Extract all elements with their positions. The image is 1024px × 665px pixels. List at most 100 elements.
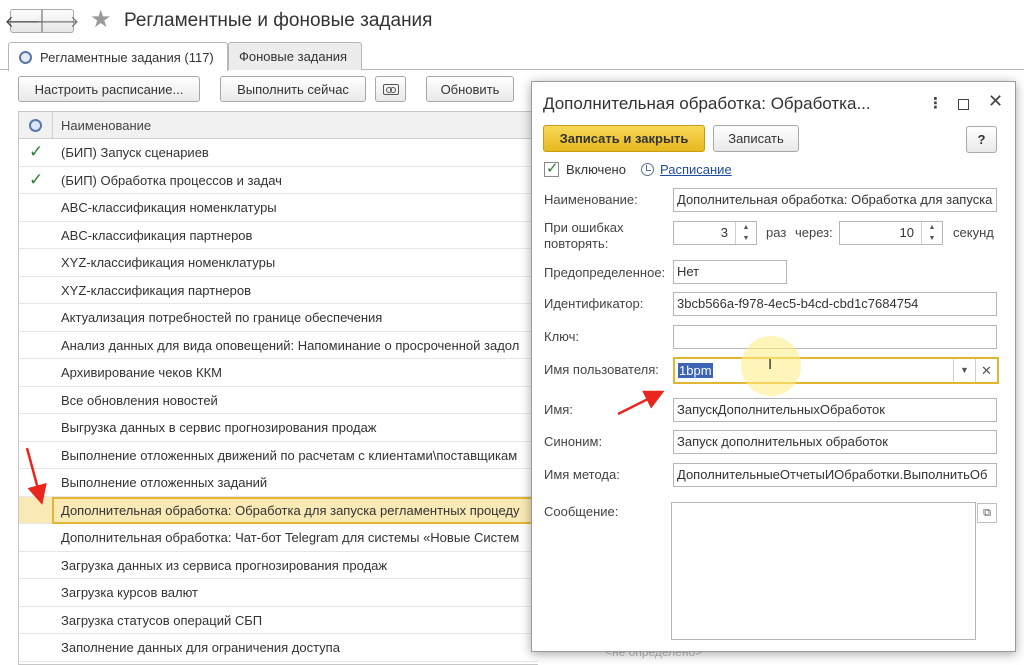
text-cursor-icon: I <box>768 356 773 373</box>
table-row[interactable]: Анализ данных для вида оповещений: Напом… <box>19 332 538 359</box>
tab-bar: Регламентные задания (117) Фоновые задан… <box>0 42 1024 71</box>
table-row[interactable]: ABC-классификация партнеров <box>19 222 538 249</box>
jobs-table: Наименование ✓ (БИП) Запуск сценариев ✓ (БИ… <box>18 111 538 665</box>
user-field[interactable]: 1bpm ▼ ✕ <box>673 357 999 384</box>
toolbar: Настроить расписание... Выполнить сейчас… <box>0 76 540 104</box>
table-row[interactable]: ✓ (БИП) Обработка процессов и задач <box>19 167 538 194</box>
background-jobs-button[interactable] <box>375 76 406 102</box>
arrow-right-icon: 🡒 <box>36 13 80 31</box>
favorite-star-icon[interactable]: ★ <box>90 6 112 34</box>
check-icon: ✓ <box>29 142 44 161</box>
row-name: Загрузка статусов операций СБП <box>61 612 263 628</box>
row-name: Дополнительная обработка: Чат-бот Telegr… <box>61 530 520 545</box>
row-name: Выгрузка данных в сервис прогнозирования… <box>61 420 377 435</box>
help-button[interactable]: ? <box>966 126 997 153</box>
message-field[interactable] <box>671 502 976 640</box>
row-name: (БИП) Запуск сценариев <box>61 145 209 160</box>
enabled-checkbox[interactable]: ✓ <box>544 160 559 177</box>
tab-background-jobs[interactable]: Фоновые задания <box>228 42 362 70</box>
row-name: Заполнение данных для ограничения доступ… <box>61 640 340 655</box>
table-row[interactable]: Загрузка курсов валют <box>19 579 538 607</box>
key-label: Ключ: <box>544 329 580 344</box>
user-value: 1bpm <box>678 363 713 378</box>
save-and-close-button[interactable]: Записать и закрыть <box>543 125 705 152</box>
clock-icon <box>641 163 654 176</box>
key-field[interactable] <box>673 325 997 349</box>
name-field[interactable]: Дополнительная обработка: Обработка для … <box>673 188 997 212</box>
row-name: (БИП) Обработка процессов и задач <box>61 172 282 188</box>
times-label: раз <box>766 225 787 240</box>
row-name: XYZ-классификация партнеров <box>61 282 251 298</box>
maximize-icon[interactable] <box>958 99 969 110</box>
clear-icon[interactable]: ✕ <box>975 359 997 382</box>
table-row[interactable]: XYZ-классификация партнеров <box>19 277 538 304</box>
row-name: Выполнение отложенных движений по расчет… <box>61 447 518 463</box>
message-label: Сообщение: <box>544 504 619 519</box>
row-name: Архивирование чеков ККМ <box>61 365 222 380</box>
table-row[interactable]: ✓ (БИП) Запуск сценариев <box>19 139 538 167</box>
table-row[interactable]: ABC-классификация номенклатуры <box>19 194 538 222</box>
spin-down-icon[interactable]: ▼ <box>736 233 756 244</box>
check-icon: ✓ <box>546 160 559 177</box>
synonym-label: Синоним: <box>544 434 603 449</box>
row-name: ABC-классификация номенклатуры <box>61 200 277 215</box>
spinner[interactable]: ▲ ▼ <box>735 222 756 244</box>
row-name: XYZ-классификация номенклатуры <box>61 255 276 270</box>
synonym-field[interactable]: Запуск дополнительных обработок <box>673 430 997 454</box>
check-icon: ✓ <box>29 169 44 189</box>
column-divider <box>52 112 53 139</box>
clock-icon <box>19 50 32 64</box>
table-row[interactable]: Дополнительная обработка: Обработка для … <box>19 496 538 524</box>
save-button[interactable]: Записать <box>713 125 799 152</box>
imya-label: Имя: <box>544 402 573 417</box>
enabled-label: Включено <box>566 162 626 177</box>
run-now-button[interactable]: Выполнить сейчас <box>220 76 366 102</box>
clock-icon[interactable] <box>29 119 42 132</box>
table-row[interactable]: Все обновления новостей <box>19 387 538 414</box>
predefined-label: Предопределенное: <box>544 265 666 280</box>
row-name: Загрузка курсов валют <box>61 585 198 600</box>
schedule-link[interactable]: Расписание <box>660 162 732 177</box>
configure-schedule-button[interactable]: Настроить расписание... <box>18 76 200 102</box>
seconds-label: секунд <box>953 225 994 240</box>
title-bar: 🡐 🡒 ★ Регламентные и фоновые задания <box>0 0 1024 42</box>
row-name: Все обновления новостей <box>61 392 218 408</box>
refresh-button[interactable]: Обновить <box>426 76 514 102</box>
table-row[interactable]: Актуализация потребностей по границе обе… <box>19 304 538 332</box>
close-icon[interactable]: ✕ <box>988 91 1003 112</box>
user-label: Имя пользователя: <box>544 362 659 377</box>
open-window-icon[interactable]: ⧉ <box>977 503 997 523</box>
retry-count-value: 3 <box>720 225 728 240</box>
spin-up-icon[interactable]: ▲ <box>736 222 756 233</box>
table-row[interactable]: Выгрузка данных в сервис прогнозирования… <box>19 414 538 442</box>
table-row[interactable]: Выполнение отложенных движений по расчет… <box>19 442 538 469</box>
id-field[interactable]: 3bcb566a-f978-4ec5-b4cd-cbd1c7684754 <box>673 292 997 316</box>
table-row[interactable]: Дополнительная обработка: Чат-бот Telegr… <box>19 524 538 552</box>
retry-count-field[interactable]: 3 ▲ ▼ <box>673 221 757 245</box>
retry-interval-field[interactable]: 10 ▲ ▼ <box>839 221 943 245</box>
chevron-down-icon[interactable]: ▼ <box>953 359 975 382</box>
method-field[interactable]: ДополнительныеОтчетыИОбработки.Выполнить… <box>673 463 997 487</box>
table-header: Наименование <box>19 112 538 139</box>
spin-down-icon[interactable]: ▼ <box>922 233 942 244</box>
table-row[interactable]: Архивирование чеков ККМ <box>19 359 538 387</box>
row-name: Анализ данных для вида оповещений: Напом… <box>61 337 520 353</box>
table-row[interactable]: Выполнение отложенных заданий <box>19 469 538 497</box>
retry-interval-value: 10 <box>899 225 914 240</box>
retry-label-line1: При ошибках <box>544 220 624 235</box>
spin-up-icon[interactable]: ▲ <box>922 222 942 233</box>
column-header-name[interactable]: Наименование <box>61 118 151 133</box>
predefined-field: Нет <box>673 260 787 284</box>
table-row[interactable]: Загрузка статусов операций СБП <box>19 607 538 634</box>
table-row[interactable]: Загрузка данных из сервиса прогнозирован… <box>19 552 538 579</box>
table-row[interactable]: XYZ-классификация номенклатуры <box>19 249 538 277</box>
tab-scheduled-jobs[interactable]: Регламентные задания (117) <box>8 42 228 71</box>
table-body: ✓ (БИП) Запуск сценариев ✓ (БИП) Обработка … <box>19 139 538 662</box>
table-row[interactable]: Заполнение данных для ограничения доступ… <box>19 634 538 662</box>
spinner[interactable]: ▲ ▼ <box>921 222 942 244</box>
more-icon[interactable]: ⋮ <box>928 94 943 112</box>
row-name: Выполнение отложенных заданий <box>61 475 268 490</box>
row-name: Дополнительная обработка: Обработка для … <box>61 502 520 518</box>
forward-button[interactable]: 🡒 <box>37 9 79 33</box>
imya-field[interactable]: ЗапускДополнительныхОбработок <box>673 398 997 422</box>
